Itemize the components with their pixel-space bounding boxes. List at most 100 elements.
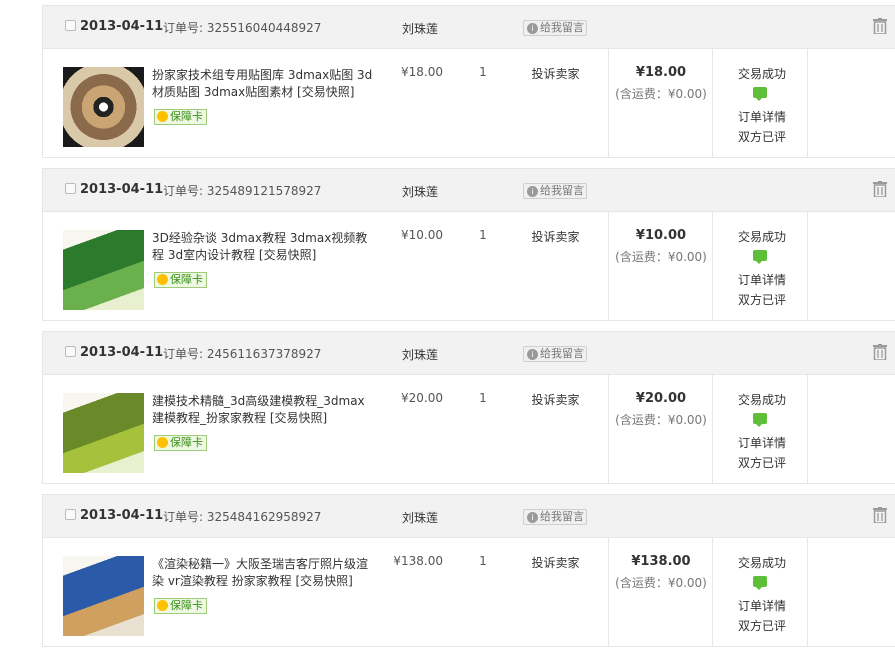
message-icon: i — [527, 348, 538, 360]
coin-icon — [157, 111, 168, 122]
product-title[interactable]: 扮家家技术组专用贴图库 3dmax贴图 3d材质贴图 3dmax贴图素材 [交易… — [152, 67, 374, 101]
trash-icon[interactable] — [873, 18, 887, 34]
complain-seller-link[interactable]: 投诉卖家 — [513, 228, 598, 245]
product-thumbnail[interactable] — [63, 67, 144, 147]
order-number-value: 325484162958927 — [206, 510, 322, 524]
unit-price: ¥10.00 — [401, 228, 443, 242]
order-checkbox[interactable] — [65, 20, 76, 31]
order-body: 《渲染秘籍一》大阪圣瑞吉客厅照片级渲染 vr渲染教程 扮家家教程 [交易快照] … — [43, 538, 895, 646]
order-checkbox[interactable] — [65, 346, 76, 357]
order-detail-link[interactable]: 订单详情 — [714, 434, 810, 451]
order-checkbox[interactable] — [65, 509, 76, 520]
coin-icon — [157, 274, 168, 285]
shipping-fee: (含运费：¥0.00) — [615, 250, 707, 264]
complain-seller-link[interactable]: 投诉卖家 — [513, 391, 598, 408]
leave-message-button[interactable]: i 给我留言 — [523, 20, 587, 36]
unit-price: ¥20.00 — [401, 391, 443, 405]
trade-status: 交易成功 — [737, 230, 786, 244]
order-checkbox[interactable] — [65, 183, 76, 194]
trash-icon[interactable] — [873, 344, 887, 360]
product-thumbnail[interactable] — [63, 393, 144, 473]
order-date: 2013-04-11 — [80, 345, 164, 360]
leave-message-button[interactable]: i 给我留言 — [523, 509, 587, 525]
trash-icon[interactable] — [873, 181, 887, 197]
order-header: 2013-04-11 订单号: 325484162958927 刘珠莲 i 给我留… — [43, 495, 895, 538]
column-divider — [712, 538, 713, 646]
order-card: 2013-04-11 订单号: 325489121578927 刘珠莲 i 给我留… — [42, 168, 895, 321]
unit-price: ¥138.00 — [393, 554, 443, 568]
column-divider — [807, 49, 808, 157]
rating-status-link[interactable]: 双方已评 — [714, 454, 810, 471]
column-divider — [712, 212, 713, 320]
order-date: 2013-04-11 — [80, 19, 164, 34]
product-thumbnail[interactable] — [63, 230, 144, 310]
order-number-value: 325489121578927 — [206, 184, 322, 198]
order-body: 建模技术精髓_3d高级建模教程_3dmax建模教程_扮家家教程 [交易快照] 保… — [43, 375, 895, 483]
product-title[interactable]: 3D经验杂谈 3dmax教程 3dmax视频教程 3d室内设计教程 [交易快照] — [152, 230, 374, 264]
complain-seller-link[interactable]: 投诉卖家 — [513, 554, 598, 571]
order-card: 2013-04-11 订单号: 245611637378927 刘珠莲 i 给我留… — [42, 331, 895, 484]
order-detail-link[interactable]: 订单详情 — [714, 271, 810, 288]
order-number-value: 325516040448927 — [206, 21, 322, 35]
trade-status: 交易成功 — [737, 393, 786, 407]
product-thumbnail[interactable] — [63, 556, 144, 636]
total-price: ¥138.00 — [631, 554, 691, 569]
shipping-fee: (含运费：¥0.00) — [615, 413, 707, 427]
seller-name[interactable]: 刘珠莲 — [402, 20, 438, 37]
trade-status: 交易成功 — [737, 556, 786, 570]
shipping-fee: (含运费：¥0.00) — [615, 87, 707, 101]
seller-name[interactable]: 刘珠莲 — [402, 509, 438, 526]
order-header: 2013-04-11 订单号: 245611637378927 刘珠莲 i 给我留… — [43, 332, 895, 375]
order-number-label: 订单号: — [163, 347, 204, 361]
order-card: 2013-04-11 订单号: 325516040448927 刘珠莲 i 给我留… — [42, 5, 895, 158]
chat-bubble-icon[interactable] — [753, 250, 767, 264]
leave-message-button[interactable]: i 给我留言 — [523, 183, 587, 199]
message-icon: i — [527, 511, 538, 523]
quantity: 1 — [479, 65, 487, 79]
chat-bubble-icon[interactable] — [753, 576, 767, 590]
warranty-badge[interactable]: 保障卡 — [154, 109, 207, 125]
rating-status-link[interactable]: 双方已评 — [714, 291, 810, 308]
rating-status-link[interactable]: 双方已评 — [714, 617, 810, 634]
leave-message-label: 给我留言 — [540, 347, 584, 360]
order-number: 订单号: 325516040448927 — [163, 19, 321, 36]
complain-seller-link[interactable]: 投诉卖家 — [513, 65, 598, 82]
seller-name[interactable]: 刘珠莲 — [402, 346, 438, 363]
coin-icon — [157, 437, 168, 448]
leave-message-label: 给我留言 — [540, 510, 584, 523]
quantity: 1 — [479, 228, 487, 242]
warranty-badge[interactable]: 保障卡 — [154, 272, 207, 288]
order-number: 订单号: 245611637378927 — [163, 345, 321, 362]
order-number-label: 订单号: — [163, 184, 204, 198]
product-title[interactable]: 《渲染秘籍一》大阪圣瑞吉客厅照片级渲染 vr渲染教程 扮家家教程 [交易快照] — [152, 556, 374, 590]
order-detail-link[interactable]: 订单详情 — [714, 108, 810, 125]
trash-icon[interactable] — [873, 507, 887, 523]
warranty-badge[interactable]: 保障卡 — [154, 435, 207, 451]
column-divider — [807, 375, 808, 483]
order-number-value: 245611637378927 — [206, 347, 322, 361]
chat-bubble-icon[interactable] — [753, 413, 767, 427]
warranty-badge-label: 保障卡 — [170, 436, 203, 449]
column-divider — [712, 375, 713, 483]
order-card: 2013-04-11 订单号: 325484162958927 刘珠莲 i 给我留… — [42, 494, 895, 647]
leave-message-button[interactable]: i 给我留言 — [523, 346, 587, 362]
column-divider — [807, 538, 808, 646]
rating-status-link[interactable]: 双方已评 — [714, 128, 810, 145]
warranty-badge[interactable]: 保障卡 — [154, 598, 207, 614]
order-header: 2013-04-11 订单号: 325489121578927 刘珠莲 i 给我留… — [43, 169, 895, 212]
leave-message-label: 给我留言 — [540, 21, 584, 34]
warranty-badge-label: 保障卡 — [170, 110, 203, 123]
leave-message-label: 给我留言 — [540, 184, 584, 197]
order-date: 2013-04-11 — [80, 182, 164, 197]
total-price: ¥18.00 — [635, 65, 687, 80]
order-body: 3D经验杂谈 3dmax教程 3dmax视频教程 3d室内设计教程 [交易快照]… — [43, 212, 895, 320]
chat-bubble-icon[interactable] — [753, 87, 767, 101]
message-icon: i — [527, 185, 538, 197]
order-date: 2013-04-11 — [80, 508, 164, 523]
order-detail-link[interactable]: 订单详情 — [714, 597, 810, 614]
order-number: 订单号: 325489121578927 — [163, 182, 321, 199]
column-divider — [807, 212, 808, 320]
product-title[interactable]: 建模技术精髓_3d高级建模教程_3dmax建模教程_扮家家教程 [交易快照] — [152, 393, 374, 427]
seller-name[interactable]: 刘珠莲 — [402, 183, 438, 200]
column-divider — [712, 49, 713, 157]
